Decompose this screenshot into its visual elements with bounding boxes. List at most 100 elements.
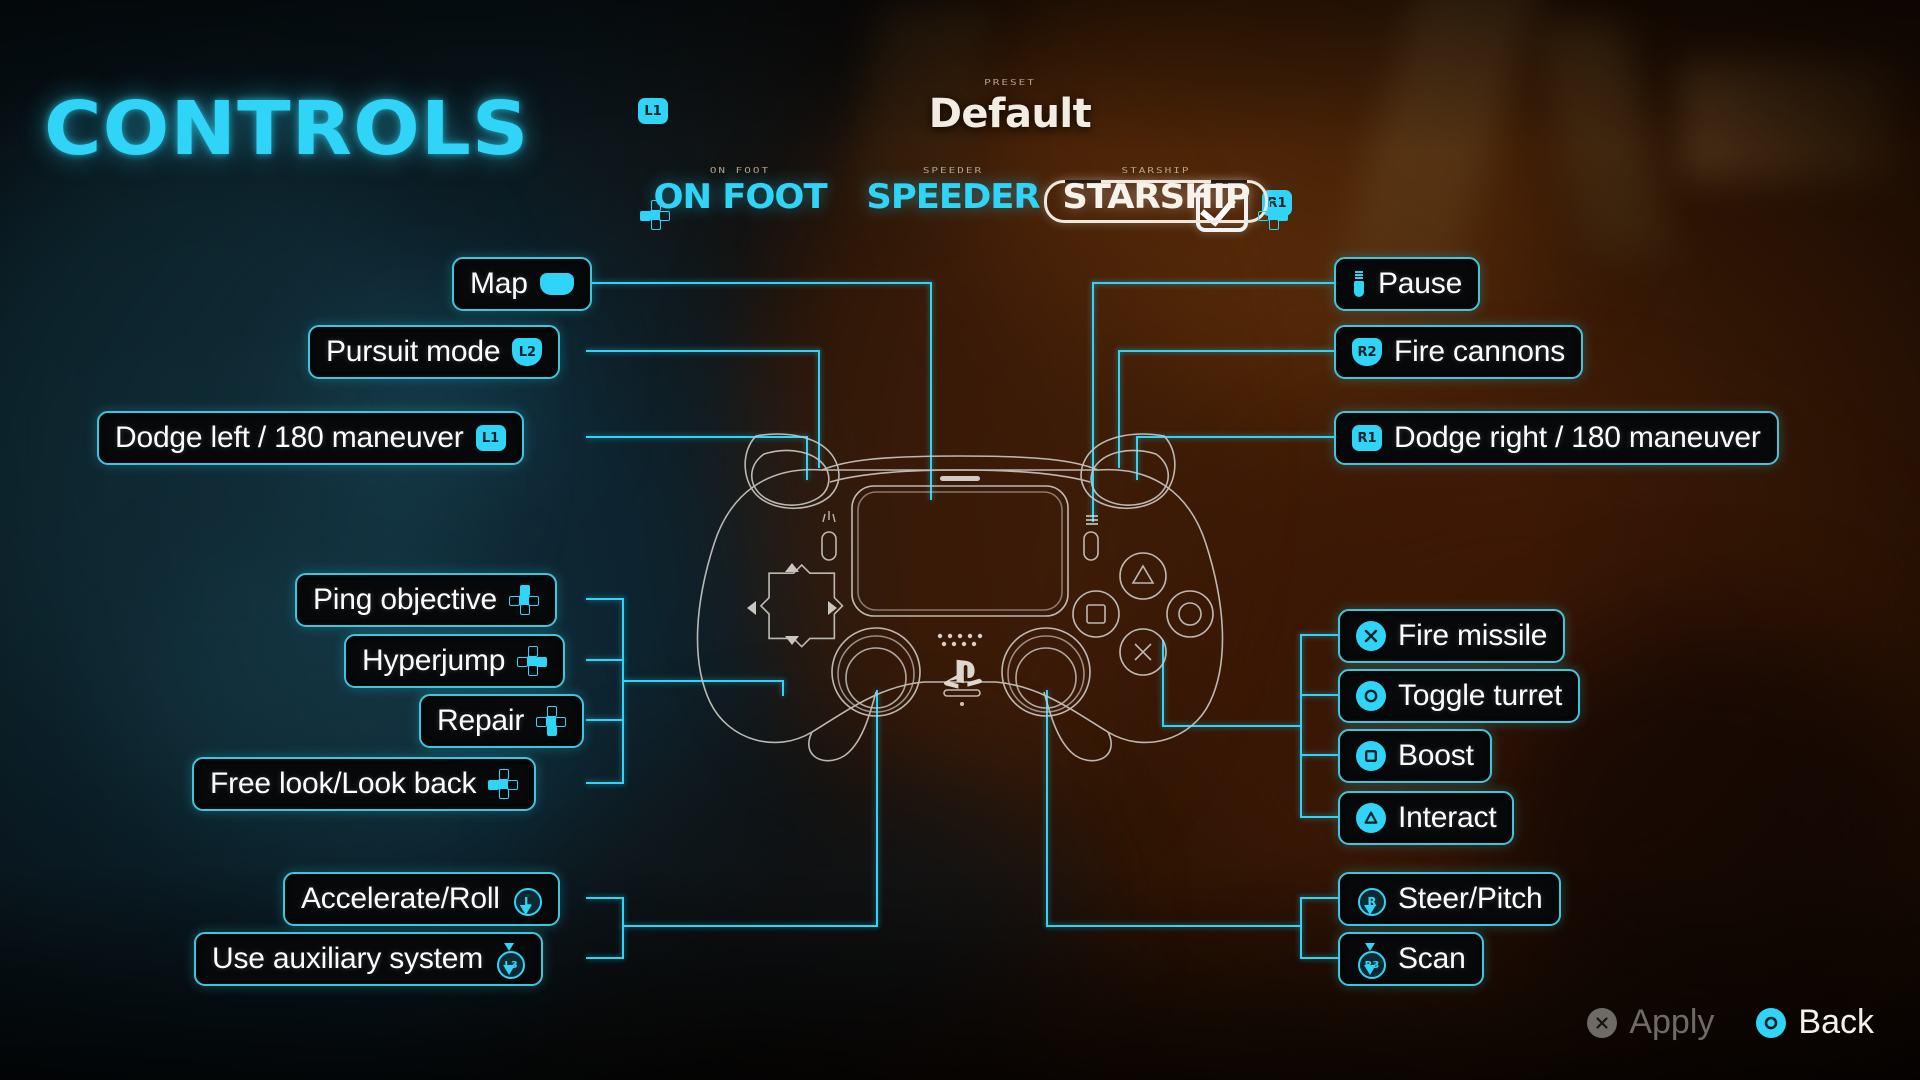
l1-badge-label: L1 [638,98,668,124]
tab-speeder[interactable]: SPEEDER SPEEDER [858,164,1048,217]
control-label-text: Repair [437,704,525,737]
leader-line [622,598,624,784]
control-label-text: Pause [1378,267,1463,300]
square-icon [1356,741,1386,771]
tab-starship-caption: STARSHIP [1121,165,1191,176]
control-label-scan[interactable]: R3 Scan [1338,932,1484,986]
back-label: Back [1798,1003,1874,1041]
control-label-text: Hyperjump [362,644,506,677]
control-label-pursuit-mode[interactable]: Pursuit mode L2 [308,325,561,379]
leader-line [586,350,820,352]
control-label-text: Toggle turret [1398,679,1563,712]
leader-line [586,659,624,661]
controls-screen: CONTROLS L1 PRESET Default R1 ON FOOT ON… [0,0,1920,1080]
mode-tabs: ON FOOT ON FOOT SPEEDER SPEEDER STARSHIP… [0,166,1920,250]
control-label-text: Scan [1398,942,1466,975]
control-label-hyperjump[interactable]: Hyperjump [344,634,566,688]
tab-starship-label: STARSHIP [1062,177,1250,217]
control-label-fire-missile[interactable]: Fire missile [1338,609,1566,663]
control-label-text: Ping objective [313,583,497,616]
tab-speeder-caption: SPEEDER [922,165,984,176]
tab-speeder-label: SPEEDER [866,177,1040,217]
control-label-accelerate-roll[interactable]: Accelerate/Roll L [283,872,560,926]
dpad-up-icon [508,585,539,615]
leader-line [1300,754,1338,756]
tab-on-foot[interactable]: ON FOOT ON FOOT [640,164,840,217]
tab-on-foot-caption: ON FOOT [709,165,771,176]
control-label-text: Free look/Look back [210,767,477,800]
control-label-text: Pursuit mode [326,335,501,368]
dualsense-controller-diagram [672,424,1248,764]
cross-icon [1587,1007,1618,1038]
leader-line [1300,816,1338,818]
control-label-ping-objective[interactable]: Ping objective [295,573,557,627]
touchpad-icon [539,273,574,295]
control-label-text: Steer/Pitch [1398,882,1543,915]
leader-line [622,925,878,927]
control-label-text: Dodge right / 180 maneuver [1394,421,1761,454]
left-stick-icon: L [512,883,542,916]
r1-bumper-icon: R1 [1352,425,1382,451]
control-label-text: Fire missile [1398,619,1548,652]
leader-line [1092,282,1334,284]
control-label-text: Fire cannons [1394,335,1566,368]
cross-icon [1356,621,1386,651]
dpad-right-icon[interactable] [1258,200,1288,235]
tab-starship[interactable]: STARSHIP STARSHIP [1044,164,1268,223]
apply-button[interactable]: Apply [1587,1003,1714,1042]
control-label-use-auxiliary-system[interactable]: Use auxiliary system L3 [194,932,544,986]
left-stick-press-icon: L3 [495,943,526,979]
control-label-dodge-right[interactable]: R1 Dodge right / 180 maneuver [1334,411,1779,465]
apply-label: Apply [1629,1003,1715,1041]
r2-trigger-icon: R2 [1352,338,1382,366]
l2-trigger-icon: L2 [512,338,543,366]
right-stick-press-letter: R3 [1358,951,1386,979]
left-stick-letter: L [513,888,542,916]
control-label-fire-cannons[interactable]: R2 Fire cannons [1334,325,1584,379]
leader-line [586,957,624,959]
circle-icon [1356,681,1386,711]
preset-prev-button[interactable]: L1 [638,98,668,124]
control-label-text: Boost [1398,739,1474,772]
leader-line [1118,350,1334,352]
leader-line [622,897,624,957]
control-label-dodge-left[interactable]: Dodge left / 180 maneuver L1 [97,411,524,465]
leader-line [586,897,624,899]
control-label-boost[interactable]: Boost [1338,729,1492,783]
control-label-steer-pitch[interactable]: R Steer/Pitch [1338,872,1561,926]
leader-line [586,282,932,284]
l1-bumper-icon: L1 [475,425,506,451]
footer-prompts: Apply Back [1587,1003,1874,1042]
leader-line [1300,694,1338,696]
right-stick-press-icon: R3 [1356,943,1386,979]
control-label-toggle-turret[interactable]: Toggle turret [1338,669,1581,723]
control-label-text: Use auxiliary system [212,942,484,975]
leader-line [1300,957,1338,959]
control-label-map[interactable]: Map [452,257,592,311]
leader-line [1300,897,1302,957]
control-label-text: Map [470,267,528,300]
preset-caption: PRESET [984,77,1036,88]
leader-line [1300,897,1338,899]
right-stick-icon: R [1356,883,1386,916]
options-icon [1352,271,1366,297]
control-label-text: Dodge left / 180 maneuver [115,421,464,454]
dpad-down-icon [536,706,567,736]
control-label-free-look[interactable]: Free look/Look back [192,757,537,811]
back-button[interactable]: Back [1756,1003,1874,1042]
leader-line [586,719,624,721]
preset-name-group: PRESET Default [860,76,1160,137]
preset-name: Default [928,91,1092,137]
triangle-icon [1356,803,1386,833]
preset-switcher: L1 PRESET Default R1 [0,78,1920,232]
control-label-text: Accelerate/Roll [301,882,500,915]
tab-on-foot-label: ON FOOT [653,177,827,217]
control-label-interact[interactable]: Interact [1338,791,1515,845]
left-stick-press-letter: L3 [497,951,526,979]
dpad-right-icon [517,646,548,676]
leader-line [586,598,624,600]
dpad-left-icon [488,769,519,799]
control-label-repair[interactable]: Repair [419,694,585,748]
right-stick-letter: R [1358,888,1386,916]
control-label-pause[interactable]: Pause [1334,257,1481,311]
